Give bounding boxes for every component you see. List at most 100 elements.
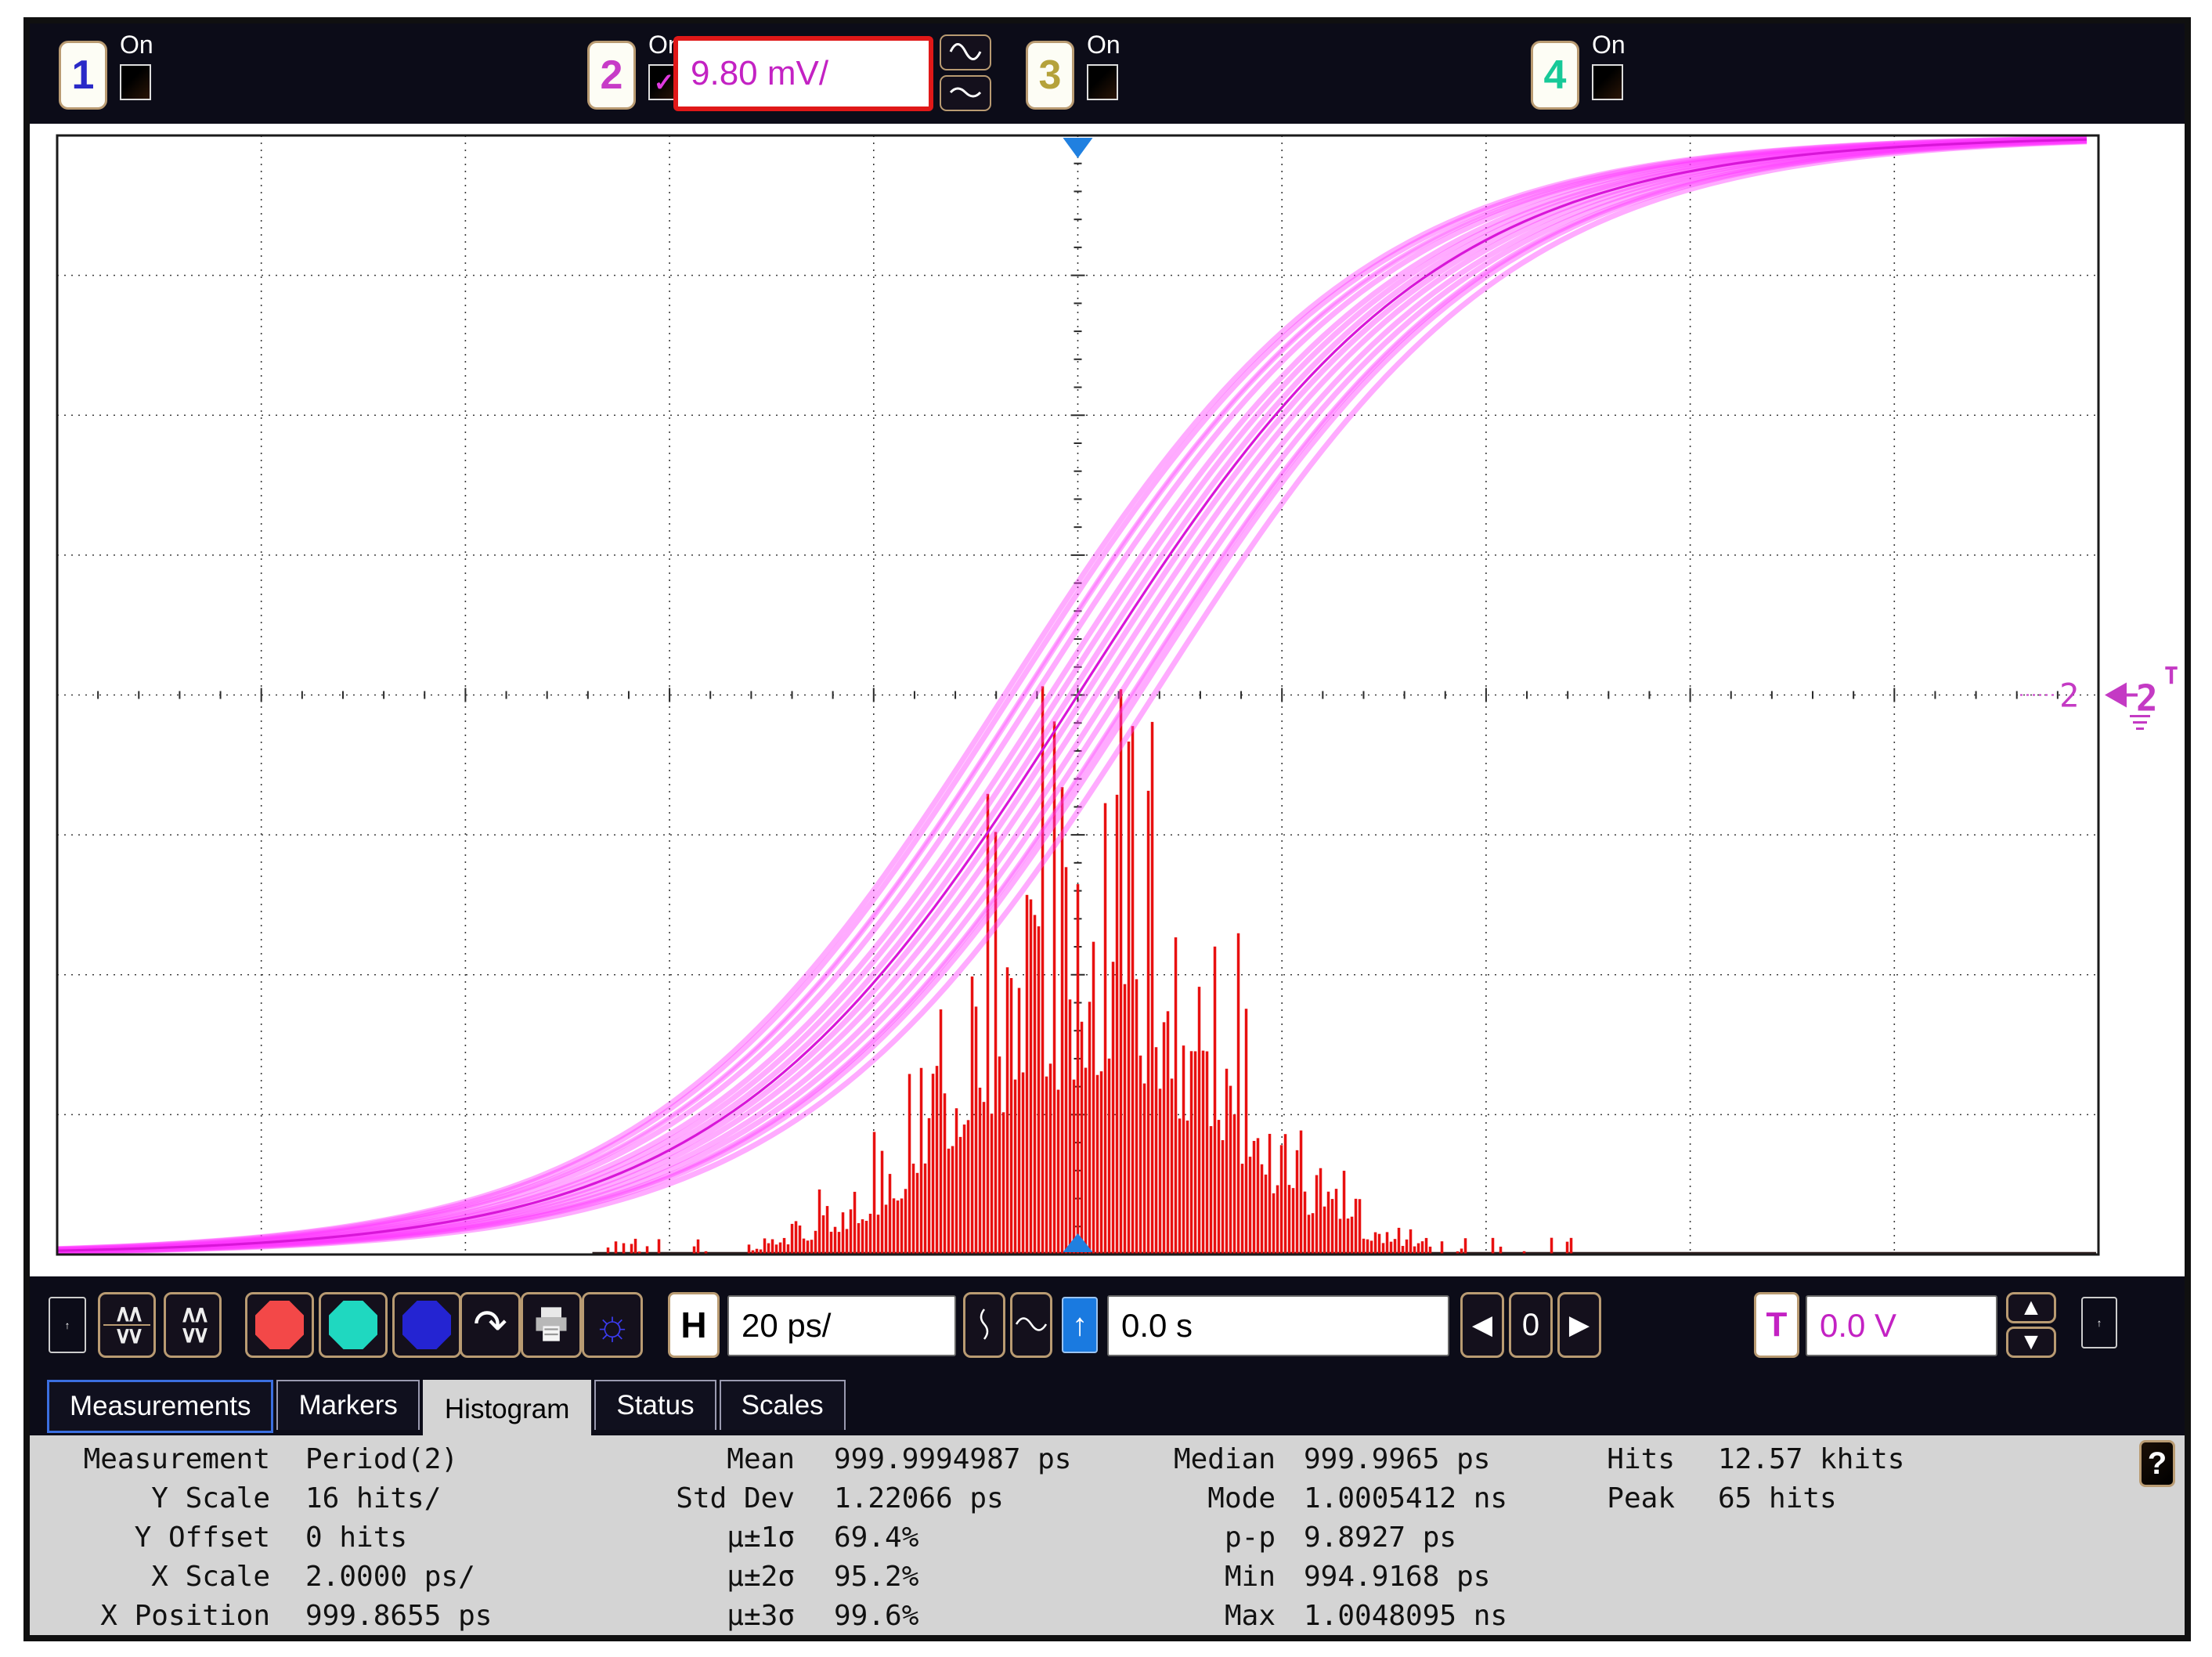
scroll-up-right-button[interactable]: ↑ [2081, 1297, 2117, 1348]
delay-zero-button[interactable]: 0 [1509, 1292, 1553, 1358]
stat-label: Y Offset [30, 1518, 270, 1558]
brightness-sun-icon: ☼ [593, 1301, 632, 1349]
stat-label: Mode [1071, 1479, 1276, 1518]
stat-label [1588, 1558, 1675, 1597]
sine-wide-icon [1014, 1312, 1048, 1338]
chevron-up-down-button-2[interactable]: ∧∧∨∨ [164, 1292, 222, 1358]
stat-label: μ±2σ [634, 1558, 795, 1597]
single-acquisition-button[interactable] [392, 1292, 461, 1358]
stat-value: 99.6% [795, 1597, 1071, 1636]
stat-label: Median [1071, 1440, 1276, 1479]
printer-icon [531, 1304, 572, 1347]
zoom-out-wave-button[interactable] [963, 1292, 1005, 1358]
stat-value: 2.0000 ps/ [270, 1558, 634, 1597]
stop-acquisition-button[interactable] [245, 1292, 314, 1358]
trigger-menu-button[interactable]: T [1754, 1292, 1799, 1358]
trigger-level-value: 0.0 V [1820, 1307, 1896, 1345]
stat-value: 69.4% [795, 1518, 1071, 1558]
t-label: T [1766, 1305, 1788, 1345]
curved-arrow-icon: ↷ [473, 1301, 507, 1348]
stat-label: X Scale [30, 1558, 270, 1597]
delay-value: 0.0 s [1121, 1307, 1193, 1345]
wave-small-icon-button[interactable] [940, 75, 991, 111]
trigger-level-down-button[interactable]: ▼ [2006, 1327, 2056, 1358]
channel-3-checkbox[interactable] [1087, 64, 1118, 100]
stats-row: MeasurementPeriod(2) Mean999.9994987 ps … [30, 1440, 2185, 1479]
horizontal-delay-field[interactable]: 0.0 s [1107, 1295, 1449, 1356]
timebase-field[interactable]: 20 ps/ [727, 1295, 956, 1356]
stat-label: Max [1071, 1597, 1276, 1636]
left-arrow-icon: ◀ [1472, 1309, 1492, 1341]
oscilloscope-screen: 1 On 2 On ✓ 9.80 mV/ 3 [23, 17, 2191, 1641]
stat-label [1588, 1597, 1675, 1636]
stat-label: X Position [30, 1597, 270, 1636]
stats-row: Y Offset0 hits μ±1σ69.4% p-p9.8927 ps [30, 1518, 2185, 1558]
stat-label: Std Dev [634, 1479, 795, 1518]
channel-1-button[interactable]: 1 [59, 41, 107, 110]
right-arrow-icon: ▶ [1569, 1309, 1590, 1341]
stat-value: 65 hits [1675, 1479, 2185, 1518]
ch2-axis-label: 2 [2059, 677, 2079, 715]
tab-measurements[interactable]: Measurements [47, 1380, 273, 1433]
triangle-up-icon: ▲ [2019, 1294, 2043, 1321]
double-chevron-icon: ∧∧∨∨ [180, 1305, 205, 1345]
stat-value: Period(2) [270, 1440, 634, 1479]
h-label: H [680, 1304, 706, 1346]
stat-label: Min [1071, 1558, 1276, 1597]
delay-left-button[interactable]: ◀ [1460, 1292, 1504, 1358]
channel-3-on-label: On [1087, 31, 1149, 58]
tab-markers[interactable]: Markers [276, 1380, 419, 1430]
channel-4-button[interactable]: 4 [1531, 41, 1579, 110]
help-button[interactable]: ? [2139, 1440, 2175, 1487]
stat-label [1588, 1518, 1675, 1558]
tab-scales[interactable]: Scales [720, 1380, 846, 1430]
ch2-vertical-scale-field[interactable]: 9.80 mV/ [673, 36, 933, 111]
up-arrow-icon: ↑ [2097, 1317, 2102, 1329]
ch2-trigger-level-marker: 2T [2105, 663, 2178, 729]
wave-large-icon-button[interactable] [940, 34, 991, 70]
check-icon: ✓ [654, 68, 675, 96]
stats-row: X Position999.8655 ps μ±3σ99.6% Max1.004… [30, 1597, 2185, 1636]
run-acquisition-button[interactable] [319, 1292, 388, 1358]
channel-3-button[interactable]: 3 [1026, 41, 1074, 110]
zoom-in-wave-button[interactable] [1010, 1292, 1052, 1358]
channel-4-group: 4 On [1531, 23, 1656, 124]
stat-value: 12.57 khits [1675, 1440, 2185, 1479]
results-tabs: Measurements Markers Histogram Status Sc… [30, 1377, 2185, 1435]
stats-row: X Scale2.0000 ps/ μ±2σ95.2% Min994.9168 … [30, 1558, 2185, 1597]
blue-octagon-icon [402, 1301, 451, 1349]
sine-narrow-icon [972, 1306, 996, 1345]
stat-label: Y Scale [30, 1479, 270, 1518]
stat-value: 1.0005412 ns [1276, 1479, 1588, 1518]
svg-text:T: T [2164, 663, 2178, 691]
channel-2-number: 2 [601, 52, 623, 99]
chevron-up-down-button-1[interactable]: ∧∧∨∨ [98, 1292, 156, 1358]
horizontal-menu-button[interactable]: H [668, 1292, 720, 1358]
channel-2-button[interactable]: 2 [587, 41, 636, 110]
stats-row: Y Scale16 hits/ Std Dev1.22066 ps Mode1.… [30, 1479, 2185, 1518]
channel-4-checkbox[interactable] [1592, 64, 1623, 100]
trigger-level-up-button[interactable]: ▲ [2006, 1292, 2056, 1323]
trigger-slope-rising-button[interactable]: ↑ [1062, 1297, 1098, 1353]
delay-right-button[interactable]: ▶ [1557, 1292, 1601, 1358]
stat-value [1675, 1558, 2185, 1597]
scroll-up-left-button[interactable]: ↑ [49, 1297, 86, 1353]
stat-value: 1.0048095 ns [1276, 1597, 1588, 1636]
print-button[interactable] [521, 1292, 582, 1358]
trigger-level-field[interactable]: 0.0 V [1806, 1295, 1997, 1356]
channel-1-checkbox[interactable] [120, 64, 151, 100]
stat-value: 0 hits [270, 1518, 634, 1558]
clear-display-button[interactable]: ↷ [460, 1292, 521, 1358]
channel-4-on-label: On [1592, 31, 1654, 58]
stat-value: 994.9168 ps [1276, 1558, 1588, 1597]
red-octagon-icon [255, 1301, 304, 1349]
sine-large-icon [948, 40, 983, 66]
display-intensity-button[interactable]: ☼ [582, 1292, 643, 1358]
tab-histogram[interactable]: Histogram [423, 1380, 591, 1439]
double-chevron-icon: ∧∧∨∨ [103, 1304, 150, 1346]
zero-label: 0 [1522, 1308, 1539, 1343]
stat-value [1675, 1518, 2185, 1558]
tab-status[interactable]: Status [594, 1380, 716, 1430]
ch2-scale-value: 9.80 mV/ [691, 54, 828, 93]
stat-label: Hits [1588, 1440, 1675, 1479]
